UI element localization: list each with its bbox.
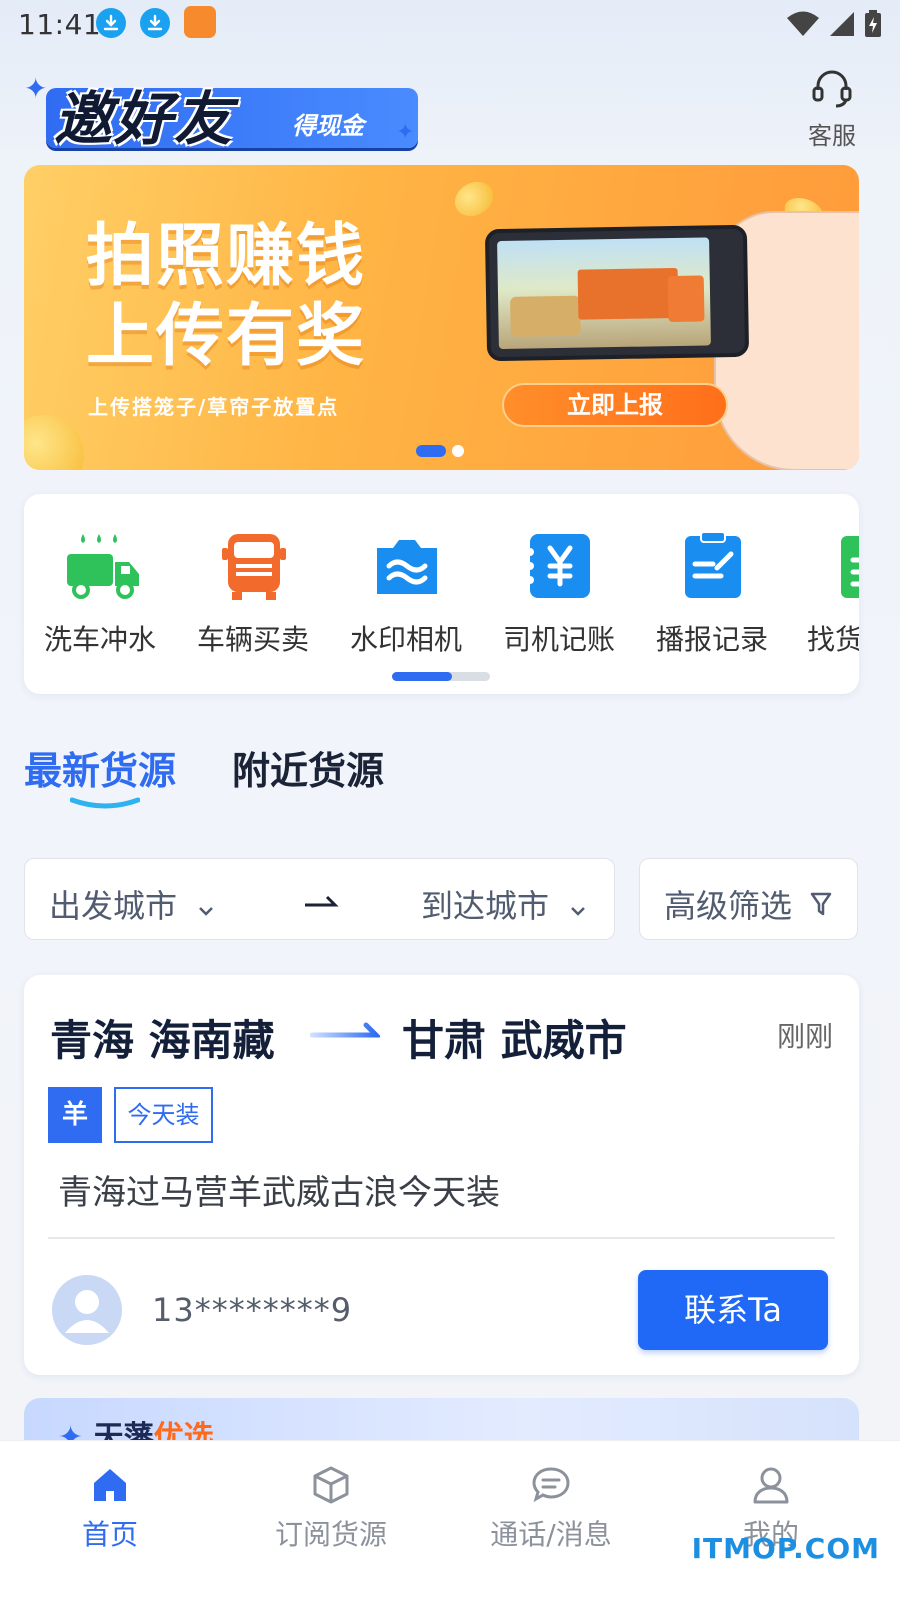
quick-item-car-wash[interactable]: 洗车冲水 bbox=[24, 530, 176, 658]
promo-banner[interactable]: 拍照赚钱 上传有奖 上传搭笼子/草帘子放置点 立即上报 bbox=[24, 165, 859, 470]
nav-label: 首页 bbox=[81, 1518, 138, 1551]
filter-icon bbox=[810, 892, 832, 916]
quick-menu: 洗车冲水 车辆买卖 水印相机 司机记账 播报记录 找货 bbox=[24, 494, 859, 694]
bottom-nav: 首页 订阅货源 通话/消息 我的 bbox=[0, 1440, 900, 1600]
status-bar: 11:41 bbox=[0, 0, 900, 48]
wash-truck-icon bbox=[65, 530, 139, 600]
sparkle-icon: ✦ bbox=[24, 72, 48, 105]
report-now-button[interactable]: 立即上报 bbox=[502, 383, 728, 427]
quick-item-label: 找货 bbox=[807, 623, 859, 656]
status-time: 11:41 bbox=[18, 8, 102, 41]
banner-title-line1: 拍照赚钱 bbox=[86, 217, 367, 296]
to-city-label: 到达城市 bbox=[421, 887, 550, 925]
sparkle-icon: ✦ bbox=[396, 120, 415, 145]
contact-button[interactable]: 联系Ta bbox=[638, 1270, 828, 1350]
masked-phone: 13********9 bbox=[152, 1291, 353, 1329]
route-destination: 甘肃 武威市 bbox=[402, 1016, 627, 1065]
system-icons bbox=[786, 10, 882, 38]
watermark-camera-icon bbox=[371, 530, 441, 600]
app-notification-icon bbox=[184, 6, 216, 38]
home-icon bbox=[94, 1469, 126, 1501]
battery-charging-icon bbox=[865, 10, 881, 37]
banner-subtitle: 上传搭笼子/草帘子放置点 bbox=[88, 395, 340, 419]
phone-illustration bbox=[484, 224, 750, 362]
quick-item-label: 车辆买卖 bbox=[196, 623, 309, 656]
invite-logo-subtitle: 得现金 bbox=[292, 112, 364, 140]
from-city-label: 出发城市 bbox=[49, 887, 178, 925]
divider bbox=[48, 1237, 835, 1239]
download-icon bbox=[96, 8, 126, 38]
route-filter: 出发城市 到达城市 bbox=[24, 858, 615, 940]
route-arrow-icon bbox=[310, 1022, 380, 1038]
truck-illustration bbox=[577, 267, 679, 320]
load-time-tag: 今天装 bbox=[114, 1087, 213, 1143]
quick-item-label: 水印相机 bbox=[349, 623, 462, 656]
route-origin: 青海 海南藏 bbox=[50, 1016, 275, 1065]
invite-friends-banner[interactable]: ✦ 邀好友 得现金 ✦ bbox=[24, 70, 434, 160]
signal-icon bbox=[830, 12, 854, 36]
quick-menu-scroll-thumb bbox=[392, 672, 452, 681]
nav-subscribe-cargo[interactable]: 订阅货源 bbox=[246, 1465, 416, 1553]
quick-item-label: 播报记录 bbox=[655, 623, 768, 656]
site-watermark: ITMOP.COM bbox=[691, 1532, 880, 1565]
quick-item-label: 司机记账 bbox=[502, 623, 615, 656]
quick-item-watermark-camera[interactable]: 水印相机 bbox=[330, 530, 482, 658]
nav-label: 通话/消息 bbox=[490, 1518, 612, 1551]
advanced-filter: 高级筛选 bbox=[664, 881, 832, 927]
hay-illustration bbox=[510, 295, 581, 337]
banner-title-line2: 上传有奖 bbox=[86, 297, 367, 376]
coin-decoration bbox=[448, 175, 500, 223]
nav-home[interactable]: 首页 bbox=[25, 1465, 195, 1553]
yuan-ledger-icon bbox=[524, 530, 594, 600]
chevron-down-icon bbox=[199, 907, 214, 916]
nav-label: 订阅货源 bbox=[274, 1518, 387, 1551]
invite-logo-title: 邀好友 bbox=[54, 85, 235, 153]
tab-latest-cargo[interactable]: 最新货源 bbox=[24, 740, 176, 795]
box-icon bbox=[313, 1466, 349, 1504]
nav-messages[interactable]: 通话/消息 bbox=[466, 1465, 636, 1553]
to-city-select[interactable]: 到达城市 bbox=[421, 881, 587, 927]
download-icon bbox=[140, 8, 170, 38]
service-label: 客服 bbox=[808, 122, 856, 150]
cargo-card[interactable]: 青海 海南藏 甘肃 武威市 刚刚 羊 今天装 青海过马营羊武威古浪今天装 13*… bbox=[24, 975, 859, 1375]
customer-service-button[interactable]: 客服 bbox=[804, 68, 860, 151]
from-city-select[interactable]: 出发城市 bbox=[49, 881, 215, 927]
coin-decoration bbox=[24, 415, 84, 470]
route-arrow-icon bbox=[305, 895, 339, 907]
find-cargo-icon bbox=[835, 530, 859, 600]
truck-front-icon bbox=[218, 530, 288, 600]
banner-pagination bbox=[416, 445, 464, 457]
quick-item-label: 洗车冲水 bbox=[43, 623, 156, 656]
page-indicator bbox=[452, 445, 464, 457]
user-icon bbox=[753, 1467, 789, 1504]
post-time: 刚刚 bbox=[776, 1020, 833, 1053]
banner-title: 拍照赚钱 上传有奖 bbox=[86, 217, 366, 377]
quick-item-vehicle-trade[interactable]: 车辆买卖 bbox=[177, 530, 329, 658]
wifi-icon bbox=[787, 11, 819, 36]
chevron-down-icon bbox=[571, 907, 586, 916]
quick-item-broadcast-records[interactable]: 播报记录 bbox=[636, 530, 788, 658]
truck-photo bbox=[497, 237, 711, 350]
quick-item-find-cargo[interactable]: 找货 bbox=[789, 530, 859, 658]
cargo-description: 青海过马营羊武威古浪今天装 bbox=[58, 1173, 500, 1213]
cargo-type-tag: 羊 bbox=[48, 1087, 102, 1143]
quick-item-driver-ledger[interactable]: 司机记账 bbox=[483, 530, 635, 658]
page-indicator-active bbox=[416, 445, 446, 457]
avatar bbox=[52, 1275, 122, 1345]
tab-active-underline bbox=[70, 797, 140, 809]
chat-icon bbox=[532, 1467, 570, 1503]
advanced-filter-label: 高级筛选 bbox=[664, 887, 793, 925]
clipboard-edit-icon bbox=[677, 530, 747, 600]
truck-cab-illustration bbox=[667, 275, 705, 323]
quick-menu-scrollbar bbox=[392, 672, 490, 681]
tab-nearby-cargo[interactable]: 附近货源 bbox=[232, 740, 384, 795]
headset-icon bbox=[812, 70, 852, 108]
advanced-filter-button[interactable]: 高级筛选 bbox=[639, 858, 858, 940]
